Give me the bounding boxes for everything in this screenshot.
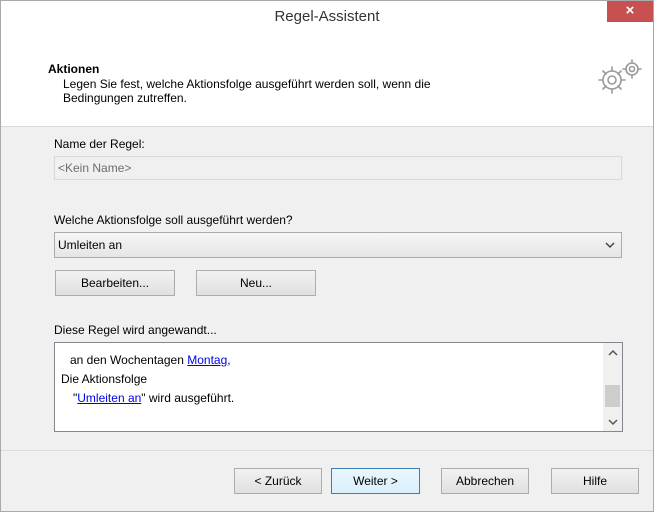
weekday-suffix: , (227, 353, 231, 367)
description-scrollbar[interactable] (603, 343, 622, 431)
title-bar: Regel-Assistent × (1, 1, 653, 32)
chevron-down-icon (605, 233, 615, 266)
rule-name-field[interactable]: <Kein Name> (54, 156, 622, 180)
rule-description-box: an den Wochentagen Montag, Die Aktionsfo… (54, 342, 623, 432)
footer-divider (1, 450, 653, 451)
gears-icon (595, 58, 645, 101)
action-suffix: " wird ausgeführt. (141, 391, 235, 405)
cancel-button[interactable]: Abbrechen (441, 468, 529, 494)
action-sequence-select[interactable]: Umleiten an (54, 232, 622, 258)
back-button[interactable]: < Zurück (234, 468, 322, 494)
action-sequence-label: Welche Aktionsfolge soll ausgeführt werd… (54, 213, 293, 227)
header-title: Aktionen (48, 62, 100, 76)
scrollbar-thumb[interactable] (605, 385, 620, 407)
close-button[interactable]: × (607, 1, 653, 22)
action-sequence-value: Umleiten an (58, 238, 123, 252)
scroll-up-icon[interactable] (603, 349, 622, 360)
description-line-weekdays: an den Wochentagen Montag, (70, 353, 231, 367)
help-button[interactable]: Hilfe (551, 468, 639, 494)
description-line-sequence: Die Aktionsfolge (61, 372, 148, 386)
action-link[interactable]: Umleiten an (77, 391, 141, 405)
rule-wizard-dialog: Regel-Assistent × Aktionen Legen Sie fes… (0, 0, 654, 512)
wizard-header: Aktionen Legen Sie fest, welche Aktionsf… (1, 32, 653, 127)
scroll-down-icon[interactable] (603, 418, 622, 429)
header-description: Legen Sie fest, welche Aktionsfolge ausg… (63, 77, 431, 105)
edit-button[interactable]: Bearbeiten... (55, 270, 175, 296)
weekday-prefix: an den Wochentagen (70, 353, 188, 367)
weekday-link[interactable]: Montag (187, 353, 227, 367)
applies-label: Diese Regel wird angewandt... (54, 323, 217, 337)
description-line-action: "Umleiten an" wird ausgeführt. (73, 391, 234, 405)
rule-name-label: Name der Regel: (54, 137, 145, 151)
next-button[interactable]: Weiter > (331, 468, 420, 494)
new-button[interactable]: Neu... (196, 270, 316, 296)
window-title: Regel-Assistent (274, 8, 380, 25)
